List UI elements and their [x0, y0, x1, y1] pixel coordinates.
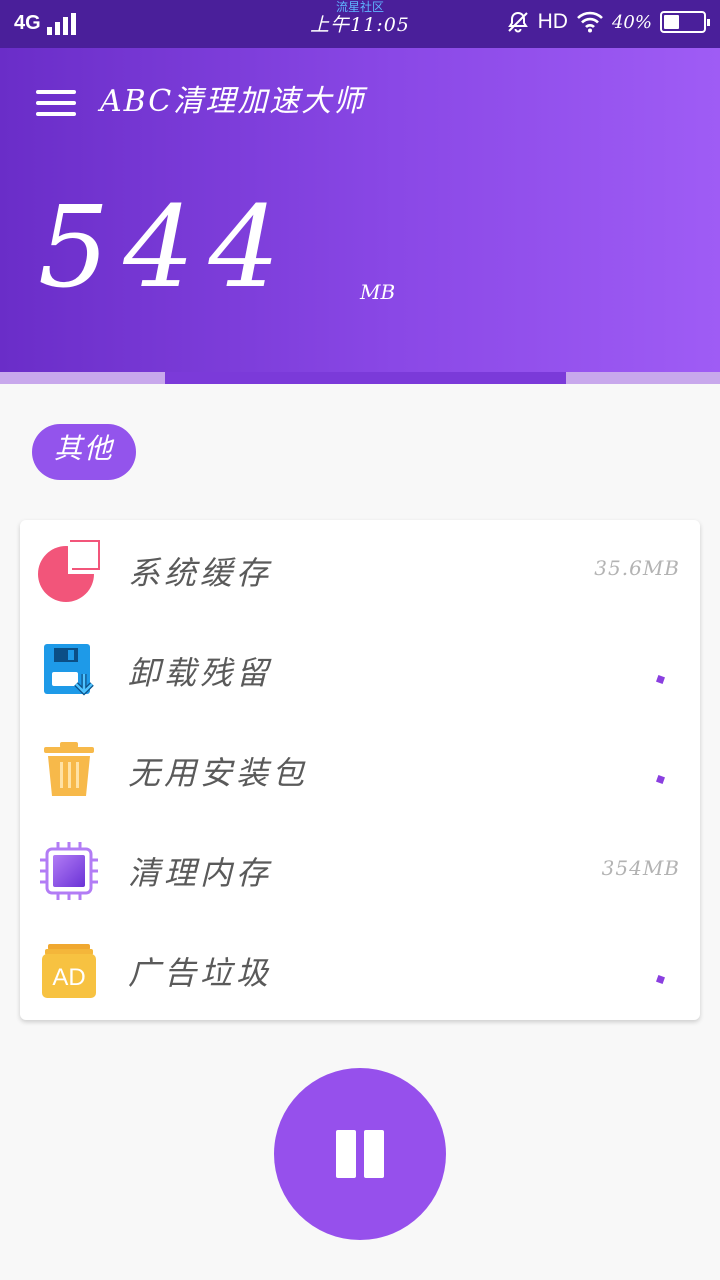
list-item-label: 清理内存 [128, 854, 273, 892]
pause-button[interactable] [274, 1068, 446, 1240]
svg-text:AD: AD [52, 964, 85, 991]
junk-total-unit: MB [360, 280, 396, 304]
wifi-icon [577, 11, 603, 33]
menu-button[interactable] [36, 90, 76, 120]
junk-list-card: 系统缓存 35.6MB 卸载残留 无用安装包 清理内存 354MB AD 广告垃… [20, 520, 700, 1020]
hamburger-icon [36, 90, 76, 94]
scan-progress-fill [165, 372, 566, 384]
mute-bell-icon [507, 11, 528, 33]
list-item-size: 35.6MB [594, 556, 680, 580]
junk-total-value: 544 [38, 183, 294, 313]
list-item-uninstall-residue[interactable]: 卸载残留 [20, 620, 700, 720]
app-header: ABC清理加速大师 544 MB [0, 48, 720, 384]
status-right: HD 40% [506, 10, 710, 34]
list-item-clean-memory[interactable]: 清理内存 354MB [20, 820, 700, 920]
loading-dot [656, 975, 665, 984]
loading-dot [656, 775, 665, 784]
memory-chip-icon [40, 842, 98, 900]
scan-progress [0, 372, 720, 384]
loading-dot [656, 675, 665, 684]
list-item-ad-junk[interactable]: AD 广告垃圾 [20, 920, 700, 1020]
list-item-label: 广告垃圾 [128, 954, 273, 992]
list-item-system-cache[interactable]: 系统缓存 35.6MB [20, 520, 700, 620]
trash-bin-icon [44, 742, 94, 796]
list-item-label: 无用安装包 [128, 754, 309, 792]
list-item-label: 卸载残留 [128, 654, 273, 692]
battery-icon [660, 11, 710, 33]
list-item-size: 354MB [601, 856, 680, 880]
category-tag: 其他 [32, 424, 136, 480]
download-floppy-icon [44, 644, 94, 696]
list-item-useless-apk[interactable]: 无用安装包 [20, 720, 700, 820]
app-title: ABC清理加速大师 [100, 84, 366, 119]
list-item-label: 系统缓存 [128, 554, 273, 592]
ad-stack-icon: AD [42, 944, 96, 998]
hd-indicator: HD [537, 10, 568, 33]
battery-percent: 40% [611, 11, 652, 33]
battery-fill [664, 15, 680, 29]
status-bar: 4G 流星社区 上午11:05 HD 40% [0, 0, 720, 48]
pie-chart-icon [38, 540, 100, 602]
